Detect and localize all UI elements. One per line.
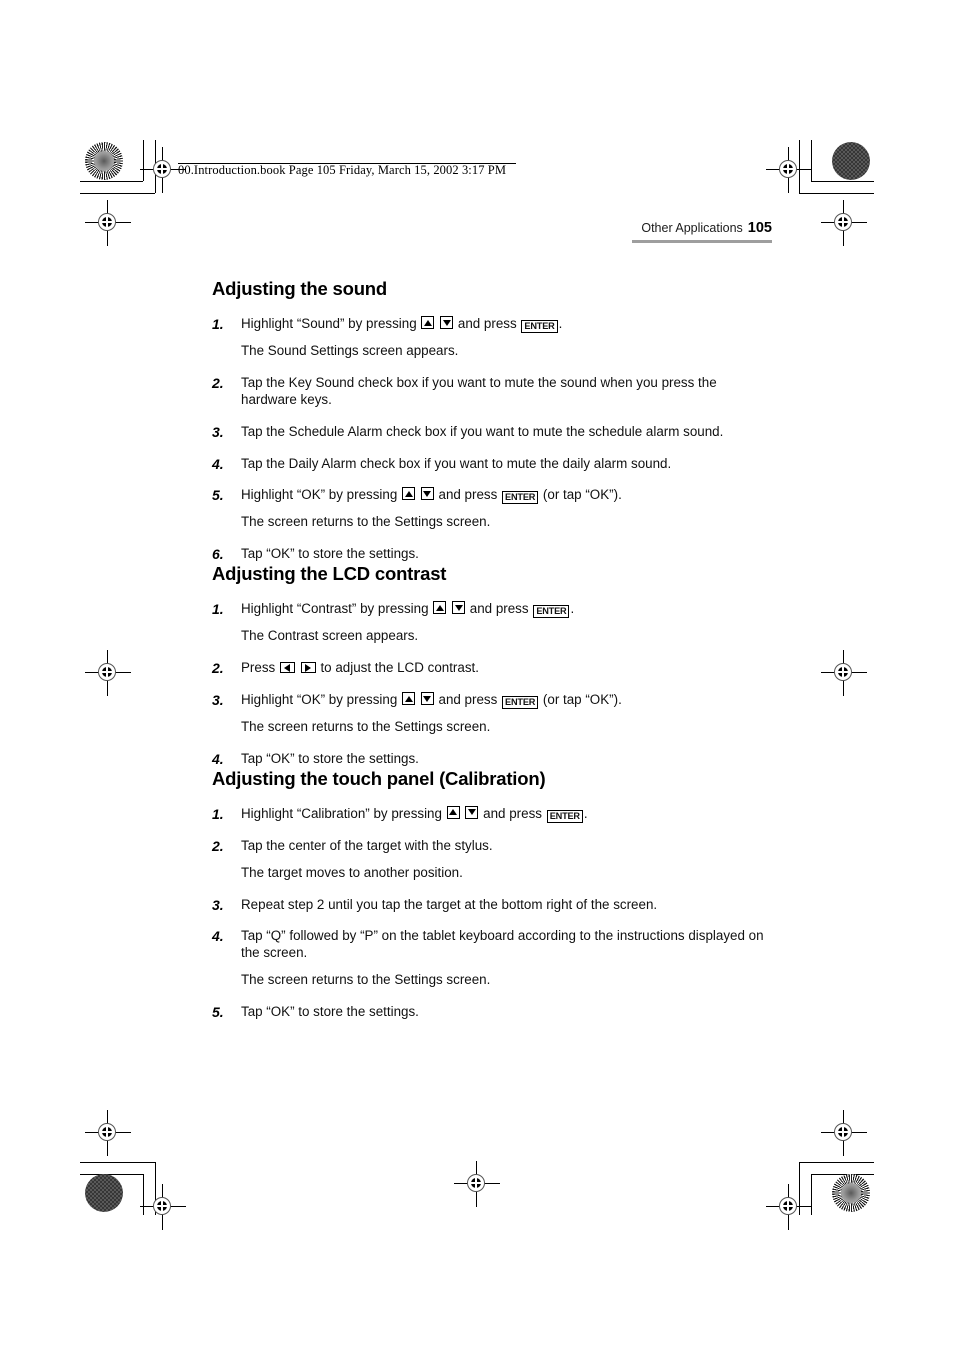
step-number: 2. (212, 660, 224, 677)
left-arrow-key-icon (279, 662, 295, 674)
step-number: 2. (212, 374, 224, 391)
enter-key-icon: ENTER (502, 696, 539, 710)
step-number: 5. (212, 487, 224, 504)
step-result: The target moves to another position. (241, 864, 463, 880)
enter-key-icon: ENTER (502, 491, 539, 505)
step-number: 3. (212, 896, 224, 913)
down-arrow-key-icon (440, 316, 454, 329)
running-head: Other Applications 105 (641, 219, 772, 237)
running-head-rule (632, 240, 772, 243)
step-item: 2. Tap the center of the target with the… (212, 838, 772, 882)
step-number: 3. (212, 423, 224, 440)
up-arrow-key-icon (402, 487, 416, 501)
step-text: Press (241, 660, 276, 676)
step-result: The Contrast screen appears. (241, 628, 419, 644)
step-item: 4. Tap “Q” followed by “P” on the tablet… (212, 928, 772, 989)
step-text: Tap “OK” to store the settings. (241, 1004, 419, 1020)
step-result: The screen returns to the Settings scree… (241, 514, 491, 530)
step-text: and press (469, 601, 529, 617)
step-text: Tap “OK” to store the settings. (241, 546, 419, 562)
step-number: 2. (212, 837, 224, 854)
step-item: 1. Highlight “Calibration” by pressing a… (212, 805, 772, 823)
step-text: Highlight “Sound” by pressing (241, 316, 417, 331)
step-text: Tap the center of the target with the st… (241, 837, 493, 853)
step-text: Repeat step 2 until you tap the target a… (241, 896, 658, 912)
step-text: and press (483, 805, 542, 821)
step-result: The screen returns to the Settings scree… (241, 972, 491, 988)
step-text: Tap the Schedule Alarm check box if you … (241, 423, 724, 439)
step-number: 6. (212, 546, 224, 563)
section-heading-sound: Adjusting the sound (212, 278, 388, 299)
step-item: 6. Tap “OK” to store the settings. (212, 546, 772, 563)
step-item: 4. Tap the Daily Alarm check box if you … (212, 456, 772, 473)
down-arrow-key-icon (420, 692, 434, 706)
step-item: 3. Tap the Schedule Alarm check box if y… (212, 424, 772, 441)
steps-list-lcd-contrast: 1. Highlight “Contrast” by pressing and … (212, 601, 772, 768)
step-text: Highlight “Calibration” by pressing (241, 805, 442, 821)
step-number: 4. (212, 455, 224, 472)
step-text: Tap the Key Sound check box if you want … (241, 374, 717, 407)
down-arrow-key-icon (465, 805, 479, 819)
page-number: 105 (747, 220, 772, 236)
step-text: (or tap “OK”). (542, 692, 622, 708)
body-column: Adjusting the sound 1. Highlight “Sound”… (212, 278, 772, 1021)
step-result: The screen returns to the Settings scree… (241, 719, 491, 735)
step-text: and press (438, 487, 498, 503)
step-text: Highlight “OK” by pressing (241, 692, 398, 708)
step-number: 5. (212, 1004, 224, 1021)
step-item: 1. Highlight “Contrast” by pressing and … (212, 601, 772, 645)
step-number: 4. (212, 928, 224, 945)
enter-key-icon: ENTER (533, 605, 570, 619)
step-number: 4. (212, 750, 224, 767)
step-item: 2. Tap the Key Sound check box if you wa… (212, 375, 772, 409)
steps-list-touch-panel: 1. Highlight “Calibration” by pressing a… (212, 805, 772, 1021)
step-item: 5. Highlight “OK” by pressing and press … (212, 487, 772, 531)
step-text: Tap “OK” to store the settings. (241, 750, 419, 766)
step-text: . (558, 316, 563, 331)
up-arrow-key-icon (446, 805, 460, 819)
step-text: . (570, 601, 575, 617)
up-arrow-key-icon (421, 316, 435, 329)
section-heading-lcd-contrast: Adjusting the LCD contrast (212, 563, 447, 585)
step-number: 3. (212, 692, 224, 709)
right-arrow-key-icon (300, 662, 316, 674)
step-item: 3. Highlight “OK” by pressing and press … (212, 692, 772, 736)
enter-key-icon: ENTER (521, 320, 558, 333)
up-arrow-key-icon (402, 692, 416, 706)
step-text: . (583, 805, 588, 821)
down-arrow-key-icon (452, 601, 466, 615)
document-page: Other Applications 105 Adjusting the soun… (0, 0, 954, 1351)
step-item: 4. Tap “OK” to store the settings. (212, 751, 772, 768)
up-arrow-key-icon (433, 601, 447, 615)
step-text: Tap the Daily Alarm check box if you wan… (241, 455, 672, 471)
section-heading-touch-panel: Adjusting the touch panel (Calibration) (212, 767, 546, 789)
step-text: Highlight “Contrast” by pressing (241, 601, 429, 617)
step-text: (or tap “OK”). (542, 487, 622, 503)
step-item: 3. Repeat step 2 until you tap the targe… (212, 897, 772, 914)
step-text: and press (438, 692, 498, 708)
step-item: 1. Highlight “Sound” by pressing and pre… (212, 316, 772, 360)
step-number: 1. (212, 316, 224, 332)
step-number: 1. (212, 601, 224, 618)
steps-list-sound: 1. Highlight “Sound” by pressing and pre… (212, 316, 772, 563)
down-arrow-key-icon (420, 487, 434, 501)
step-item: 5. Tap “OK” to store the settings. (212, 1004, 772, 1021)
step-text: Tap “Q” followed by “P” on the tablet ke… (241, 928, 764, 961)
step-item: 2. Press to adjust the LCD contrast. (212, 660, 772, 677)
step-text: and press (457, 316, 517, 331)
step-result: The Sound Settings screen appears. (241, 343, 459, 358)
running-head-title: Other Applications (641, 221, 743, 235)
step-text: Highlight “OK” by pressing (241, 487, 398, 503)
enter-key-icon: ENTER (546, 809, 583, 823)
step-text: to adjust the LCD contrast. (320, 660, 479, 676)
step-number: 1. (212, 805, 224, 822)
